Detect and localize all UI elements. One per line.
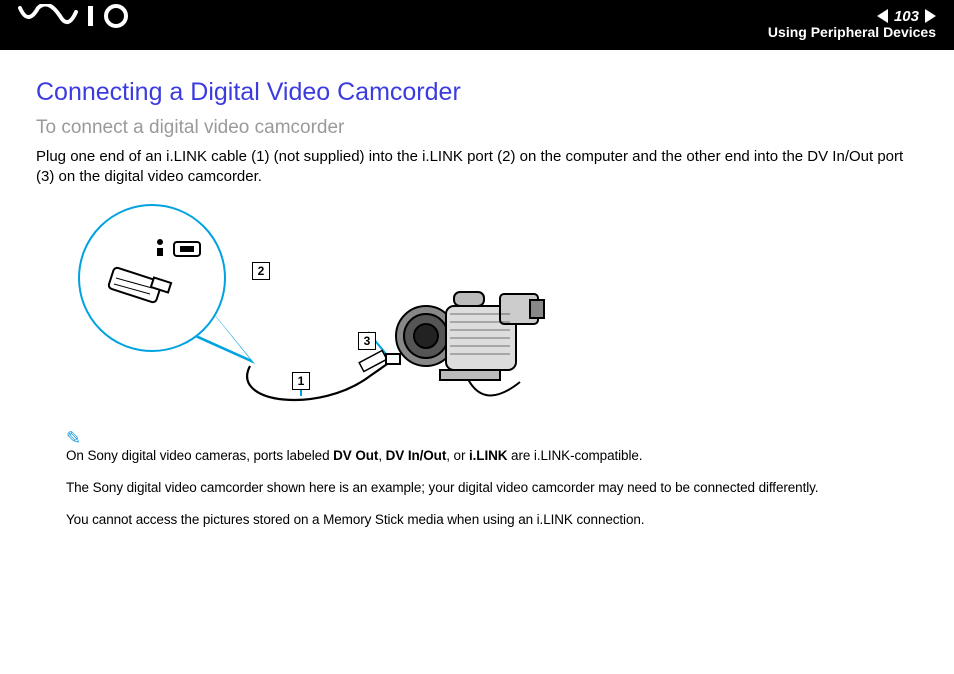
callout-label-3: 3 (358, 332, 376, 350)
page-subtitle: To connect a digital video camcorder (36, 117, 918, 139)
page-header: 103 Using Peripheral Devices (0, 0, 954, 50)
page-content: Connecting a Digital Video Camcorder To … (0, 50, 954, 529)
section-title: Using Peripheral Devices (768, 24, 936, 40)
prev-page-arrow-icon[interactable] (877, 9, 888, 23)
page-nav: 103 (877, 8, 936, 25)
note-1: On Sony digital video cameras, ports lab… (66, 447, 918, 465)
next-page-arrow-icon[interactable] (925, 9, 936, 23)
callout-label-2: 2 (252, 262, 270, 280)
pencil-icon: ✎ (66, 428, 918, 449)
note-1-bold3: i.LINK (469, 448, 507, 463)
camcorder-icon (380, 274, 570, 414)
note-1-bold2: DV In/Out (386, 448, 447, 463)
note-2: The Sony digital video camcorder shown h… (66, 479, 918, 497)
connection-diagram: 2 1 3 (60, 204, 620, 414)
page-number: 103 (894, 8, 919, 25)
instruction-text: Plug one end of an i.LINK cable (1) (not… (36, 147, 918, 188)
notes-section: ✎ On Sony digital video cameras, ports l… (66, 428, 918, 530)
note-1-text: On Sony digital video cameras, ports lab… (66, 448, 333, 463)
vaio-logo (18, 4, 138, 28)
callout-label-1: 1 (292, 372, 310, 390)
note-3: You cannot access the pictures stored on… (66, 511, 918, 529)
page-title: Connecting a Digital Video Camcorder (36, 78, 918, 107)
magnified-port-circle (78, 204, 226, 352)
note-1-bold1: DV Out (333, 448, 378, 463)
